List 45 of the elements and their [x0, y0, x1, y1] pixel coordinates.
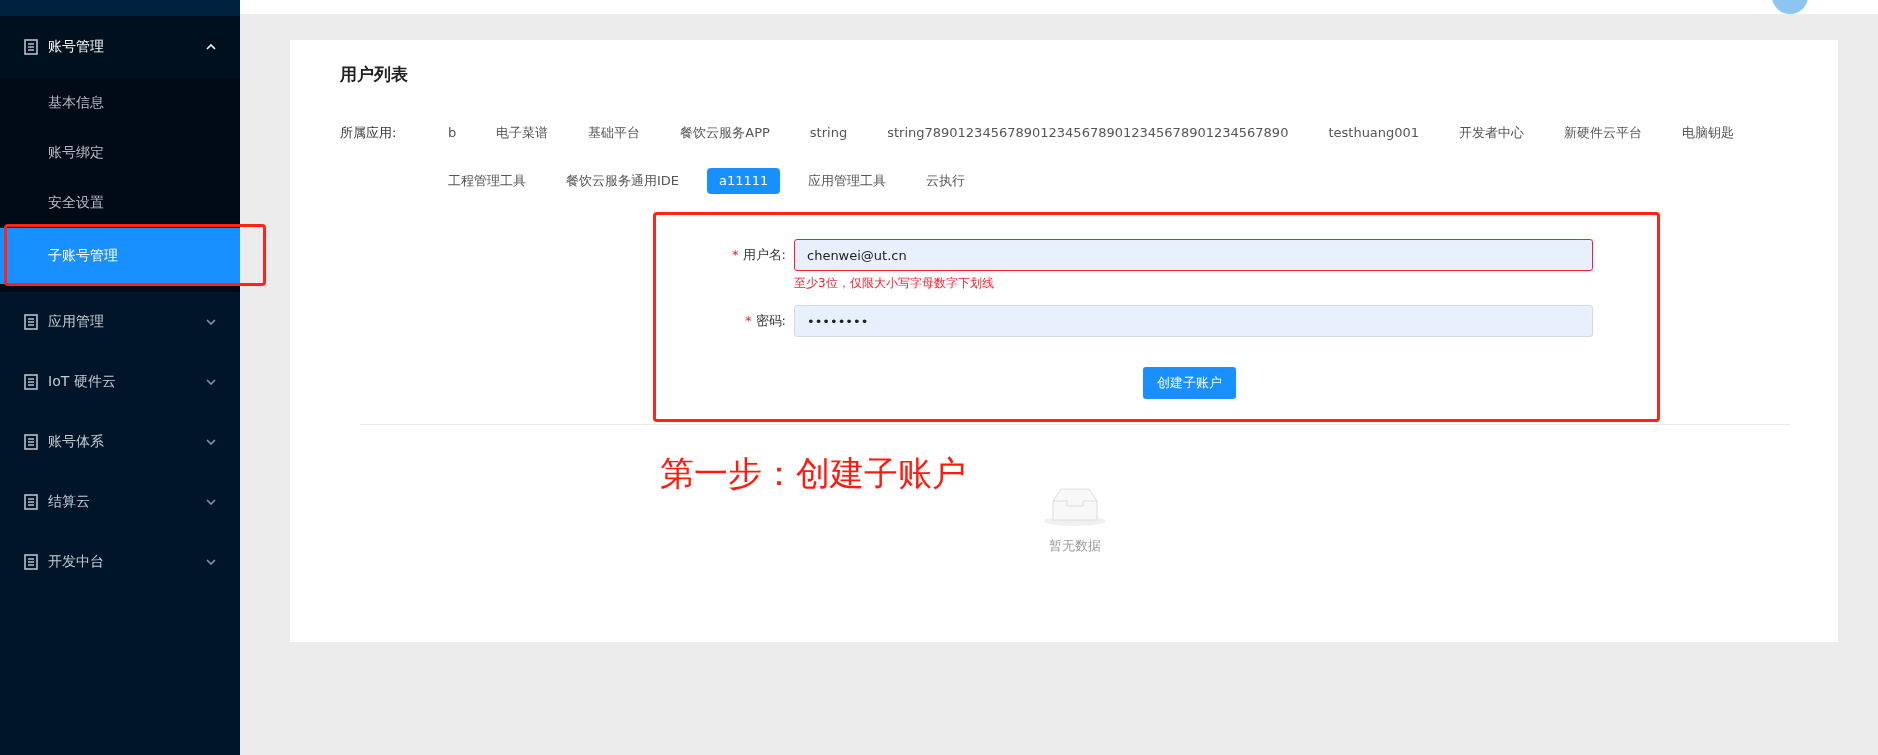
filter-label: 所属应用:: [340, 124, 398, 142]
empty-text: 暂无数据: [1049, 537, 1101, 555]
annotation-text: 第一步：创建子账户: [660, 452, 966, 495]
chevron-icon: [206, 379, 216, 385]
menu-group[interactable]: 应用管理: [0, 292, 240, 352]
menu-group[interactable]: 结算云: [0, 472, 240, 532]
chevron-icon: [206, 319, 216, 325]
document-icon: [24, 434, 38, 450]
submenu-item[interactable]: 基本信息: [0, 78, 240, 128]
app-tab[interactable]: 工程管理工具: [436, 168, 538, 194]
app-tab[interactable]: 餐饮云服务APP: [668, 120, 782, 146]
document-icon: [24, 374, 38, 390]
field-label: * 密码:: [744, 312, 787, 330]
app-tab[interactable]: testhuang001: [1316, 120, 1432, 146]
app-tab[interactable]: string78901234567890123456789012345678901234567890: [875, 120, 1301, 146]
app-tab[interactable]: b: [436, 120, 469, 146]
chevron-icon: [206, 44, 216, 50]
app-tab[interactable]: 应用管理工具: [796, 168, 899, 194]
submenu-item[interactable]: 安全设置: [0, 178, 240, 228]
app-tab[interactable]: 餐饮云服务通用IDE: [554, 168, 692, 194]
document-icon: [24, 39, 38, 55]
error-message: 至少3位，仅限大小写字母数字下划线: [794, 275, 995, 291]
input-field[interactable]: ••••••••: [794, 305, 1593, 337]
app-tab[interactable]: 开发者中心: [1447, 120, 1537, 146]
field-label: * 用户名:: [731, 246, 787, 264]
app-tab[interactable]: 电脑钥匙: [1670, 120, 1747, 146]
menu-group[interactable]: 账号体系: [0, 412, 240, 472]
app-tab[interactable]: 新硬件云平台: [1552, 120, 1655, 146]
menu-group[interactable]: 账号管理: [0, 16, 240, 78]
app-tab[interactable]: 电子菜谱: [484, 120, 561, 146]
app-tab[interactable]: string: [797, 120, 860, 146]
document-icon: [24, 494, 38, 510]
submenu-item[interactable]: 账号绑定: [0, 128, 240, 178]
empty-tray-icon: [1043, 487, 1107, 527]
chevron-icon: [206, 559, 216, 565]
chevron-icon: [206, 499, 216, 505]
document-icon: [24, 314, 38, 330]
menu-group[interactable]: IoT 硬件云: [0, 352, 240, 412]
document-icon: [24, 554, 38, 570]
menu-group[interactable]: 开发中台: [0, 532, 240, 592]
app-tab[interactable]: 基础平台: [576, 120, 653, 146]
chevron-icon: [206, 439, 216, 445]
page-title: 用户列表: [340, 63, 408, 86]
input-field[interactable]: chenwei@ut.cn: [794, 239, 1593, 271]
app-tab[interactable]: 云执行: [914, 168, 978, 194]
